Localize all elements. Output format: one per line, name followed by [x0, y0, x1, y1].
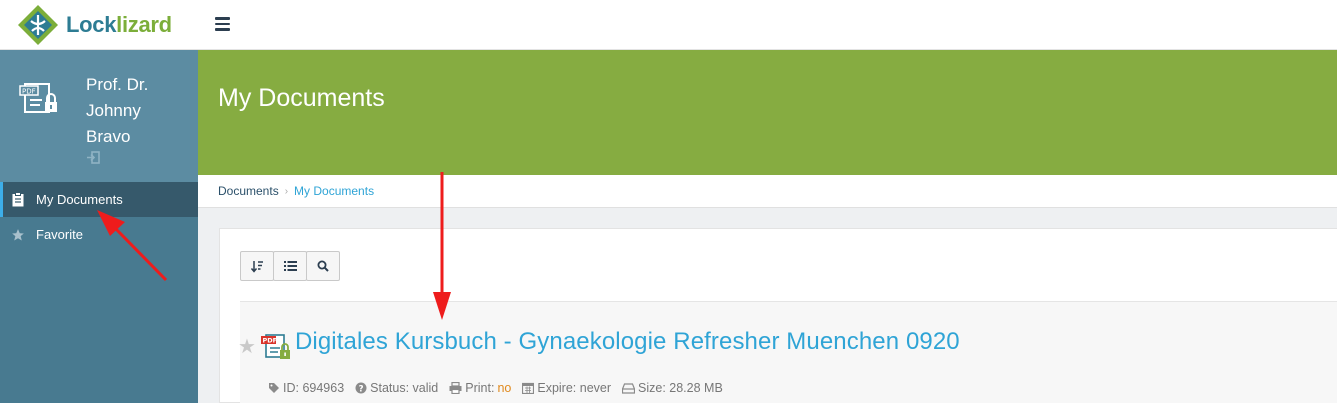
svg-text:?: ? — [359, 384, 364, 394]
locklizard-logo-icon — [18, 5, 58, 45]
document-id: ID: 694963 — [268, 381, 344, 395]
sort-icon — [250, 260, 263, 273]
document-status: ? Status: valid — [355, 381, 438, 395]
printer-icon — [449, 382, 462, 394]
logo-text: Locklizard — [66, 12, 172, 37]
toolbar — [240, 251, 340, 281]
clipboard-icon — [10, 192, 26, 208]
document-print: Print: no — [449, 381, 511, 395]
svg-text:PDF: PDF — [263, 337, 278, 345]
sidebar: PDF Prof. Dr. Johnny Bravo My Documents — [0, 50, 198, 403]
hard-drive-icon — [622, 382, 636, 394]
tag-icon — [269, 383, 279, 393]
list-view-button[interactable] — [273, 251, 307, 281]
breadcrumb-documents-link[interactable]: Documents — [218, 184, 279, 198]
menu-toggle-icon[interactable] — [215, 17, 230, 31]
sidebar-item-label: Favorite — [36, 227, 83, 242]
pdf-lock-icon: PDF — [19, 83, 57, 113]
question-circle-icon: ? — [355, 382, 367, 394]
user-name: Prof. Dr. Johnny Bravo — [86, 75, 149, 146]
sidebar-item-favorite[interactable]: Favorite — [0, 217, 198, 252]
sidebar-item-label: My Documents — [36, 192, 123, 207]
breadcrumb-current[interactable]: My Documents — [294, 184, 374, 198]
breadcrumb: Documents › My Documents — [198, 175, 1337, 208]
document-size: Size: 28.28 MB — [622, 381, 723, 395]
document-expire: Expire: never — [522, 381, 611, 395]
sidebar-item-my-documents[interactable]: My Documents — [0, 182, 198, 217]
search-icon — [317, 260, 329, 272]
page-header: My Documents — [198, 50, 1337, 175]
calendar-icon — [522, 382, 535, 394]
svg-text:PDF: PDF — [22, 88, 36, 96]
list-icon — [283, 261, 297, 271]
search-button[interactable] — [306, 251, 340, 281]
pdf-lock-icon: PDF — [261, 334, 290, 359]
breadcrumb-separator-icon: › — [284, 185, 289, 197]
documents-panel: ★ PDF Digitales Kursbuch - Gynaekologie … — [219, 228, 1337, 403]
document-title-link[interactable]: Digitales Kursbuch - Gynaekologie Refres… — [295, 328, 960, 356]
user-profile: PDF Prof. Dr. Johnny Bravo — [0, 50, 198, 182]
favorite-star-icon[interactable]: ★ — [238, 334, 256, 359]
document-meta: ID: 694963 ? Status: valid Print: no Expi… — [268, 381, 734, 395]
document-item: ★ PDF Digitales Kursbuch - Gynaekologie … — [238, 301, 1337, 403]
print-value: no — [497, 381, 512, 395]
locklizard-logo[interactable]: Locklizard — [16, 3, 172, 47]
logout-icon[interactable] — [86, 151, 100, 164]
sort-button[interactable] — [240, 251, 274, 281]
top-bar: Locklizard — [0, 0, 1337, 50]
page-title: My Documents — [218, 84, 385, 112]
star-icon — [10, 227, 26, 243]
